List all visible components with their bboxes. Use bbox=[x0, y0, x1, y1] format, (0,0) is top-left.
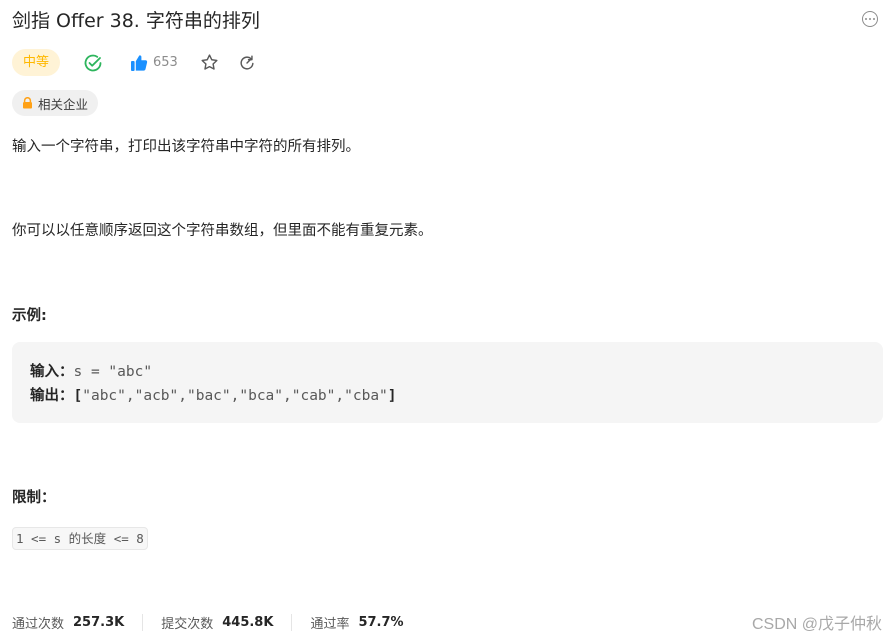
title-row: 剑指 Offer 38. 字符串的排列 bbox=[12, 7, 883, 35]
watermark: CSDN @戊子仲秋 bbox=[751, 616, 882, 633]
description-paragraph-2: 你可以以任意顺序返回这个字符串数组，但里面不能有重复元素。 bbox=[12, 223, 433, 239]
check-circle-icon[interactable] bbox=[83, 53, 103, 73]
example-input-label: 输入： bbox=[30, 364, 74, 380]
difficulty-badge: 中等 bbox=[12, 49, 61, 76]
lock-icon bbox=[23, 97, 32, 109]
description-paragraph-1: 输入一个字符串，打印出该字符串中字符的所有排列。 bbox=[12, 139, 360, 155]
example-output-line: 输出：["abc","acb","bac","bca","cab","cba"] bbox=[30, 384, 865, 408]
divider bbox=[291, 613, 293, 631]
example-output-value: "abc","acb","bac","bca","cab","cba" bbox=[82, 388, 388, 404]
submissions-label: 提交次数 bbox=[161, 616, 214, 632]
company-tag-label: 相关企业 bbox=[38, 96, 89, 112]
example-block: 输入：s = "abc" 输出：["abc","acb","bac","bca"… bbox=[12, 342, 883, 423]
company-tag-button[interactable]: 相关企业 bbox=[12, 90, 99, 116]
example-heading: 示例: bbox=[12, 308, 47, 324]
accepted-label: 通过次数 bbox=[12, 616, 65, 632]
problem-title: 剑指 Offer 38. 字符串的排列 bbox=[12, 10, 260, 32]
star-icon[interactable] bbox=[200, 53, 219, 72]
accepted-value: 257.3K bbox=[73, 614, 125, 630]
more-icon[interactable] bbox=[862, 11, 878, 27]
like-button[interactable]: 653 bbox=[130, 54, 178, 72]
thumbs-up-icon bbox=[131, 54, 148, 71]
like-count: 653 bbox=[153, 55, 178, 70]
divider bbox=[142, 613, 144, 631]
acceptance-rate-label: 通过率 bbox=[310, 616, 350, 632]
example-output-label: 输出： bbox=[30, 388, 74, 404]
example-output-close-bracket: ] bbox=[387, 388, 397, 404]
example-input-line: 输入：s = "abc" bbox=[30, 360, 865, 384]
constraints-heading: 限制： bbox=[12, 490, 56, 506]
constraint-item: 1 <= s 的长度 <= 8 bbox=[12, 527, 148, 550]
refresh-icon[interactable] bbox=[238, 54, 256, 72]
example-output-open-bracket: [ bbox=[73, 388, 83, 404]
submissions-value: 445.8K bbox=[222, 614, 274, 630]
stats-bar: 通过次数 257.3K 提交次数 445.8K 通过率 57.7% bbox=[12, 611, 404, 633]
meta-row: 中等 653 bbox=[12, 49, 256, 76]
example-input-value: s = "abc" bbox=[73, 364, 153, 380]
acceptance-rate-value: 57.7% bbox=[358, 614, 404, 630]
